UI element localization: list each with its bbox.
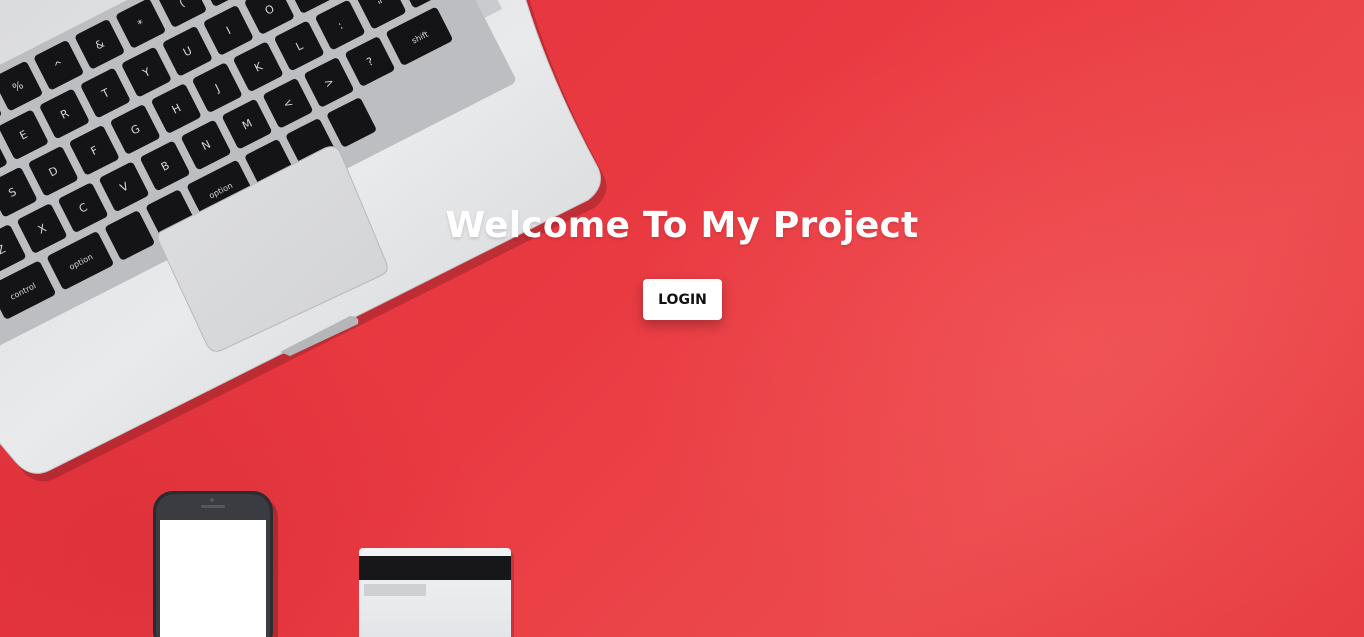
login-button[interactable]: LOGIN [643,279,722,320]
credit-card-image [359,548,514,637]
phone-image [153,491,278,637]
page-title: Welcome To My Project [445,205,919,246]
hero-section: !@#$%^&*()_+deletetabQWERTYUIOP{}capsASD… [0,0,1364,637]
